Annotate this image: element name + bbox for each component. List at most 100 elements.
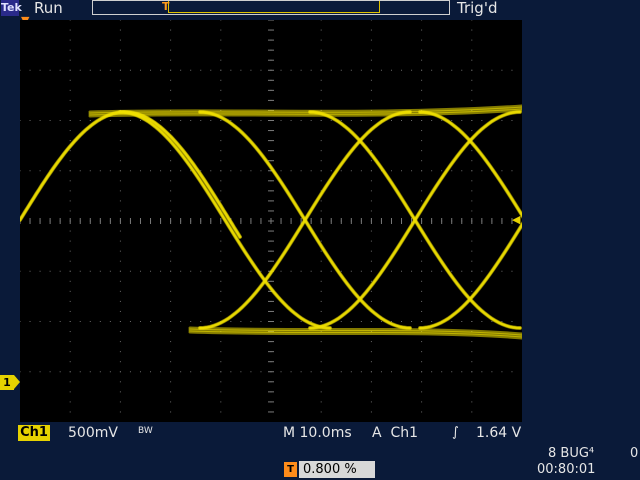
grid-dot [300, 270, 302, 272]
grid-dot [170, 150, 172, 152]
grid-dot [170, 59, 172, 61]
trigger-source[interactable]: A Ch1 [372, 425, 418, 441]
grid-dot [190, 270, 192, 272]
grid-dot [370, 290, 372, 292]
grid-dot [320, 79, 322, 81]
grid-dot [471, 20, 473, 21]
grid-dot [79, 321, 81, 322]
grid-dot [370, 20, 372, 21]
grid-dot [230, 270, 232, 272]
timebase-readout[interactable]: M 10.0ms [283, 425, 352, 441]
status-value: 0 [630, 446, 639, 461]
grid-dot [39, 371, 41, 373]
grid-dot [129, 371, 131, 373]
grid-dot [170, 89, 172, 91]
grid-dot [170, 371, 172, 373]
volts-per-div[interactable]: 500mV [68, 425, 118, 441]
grid-dot [320, 140, 322, 142]
grid-dot [370, 49, 372, 51]
grid-dot [441, 170, 443, 172]
grid-dot [69, 230, 71, 232]
grid-dot [471, 391, 473, 393]
grid-dot [350, 371, 352, 373]
grid-dot [290, 371, 292, 373]
grid-dot [230, 321, 232, 322]
grid-dot [180, 371, 182, 373]
grid-dot [471, 310, 473, 312]
grid-dot [370, 99, 372, 101]
grid-dot [370, 200, 372, 202]
grid-dot [20, 170, 21, 172]
trigger-level[interactable]: 1.64 V [476, 425, 521, 441]
grid-dot [20, 371, 21, 373]
grid-dot [320, 170, 322, 172]
grid-dot [421, 391, 423, 393]
grid-dot [421, 190, 423, 192]
grid-dot [119, 130, 121, 132]
grid-dot [29, 270, 31, 272]
grid-dot [89, 270, 91, 272]
grid-dot [170, 99, 172, 101]
grid-dot [119, 180, 121, 182]
grid-dot [170, 331, 172, 333]
grid-dot [200, 69, 202, 71]
grid-dot [200, 120, 202, 121]
horizontal-position[interactable]: 0.800 % [299, 461, 375, 478]
grid-dot [180, 69, 182, 71]
grid-dot [200, 371, 202, 373]
run-status[interactable]: Run [34, 0, 63, 17]
trigger-level-icon[interactable]: ◀ [512, 213, 520, 226]
grid-dot [421, 200, 423, 202]
grid-dot [190, 321, 192, 322]
grid-dot [411, 371, 413, 373]
grid-dot [300, 120, 302, 121]
grid-dot [421, 280, 423, 282]
grid-dot [501, 120, 503, 121]
channel-1-label[interactable]: Ch1 [18, 425, 50, 441]
grid-dot [79, 69, 81, 71]
grid-dot [320, 260, 322, 262]
grid-dot [481, 170, 483, 172]
status-bar: Tek Run T Trig'd [0, 0, 640, 18]
grid-dot [370, 300, 372, 302]
grid-dot [119, 290, 121, 292]
grid-dot [461, 120, 463, 121]
grid-dot [370, 79, 372, 81]
grid-dot [119, 120, 121, 121]
grid-dot [481, 120, 483, 121]
grid-dot [160, 69, 162, 71]
grid-dot [220, 99, 222, 101]
grid-dot [180, 120, 182, 121]
grid-dot [240, 170, 242, 172]
grid-dot [320, 280, 322, 282]
record-window [168, 1, 380, 13]
grid-dot [129, 170, 131, 172]
grid-dot [421, 20, 423, 21]
grid-dot [220, 250, 222, 252]
grid-dot [240, 371, 242, 373]
grid-dot [280, 371, 282, 373]
grid-dot [471, 321, 473, 322]
grid-dot [119, 20, 121, 21]
channel-1-ground-marker[interactable]: 1 [0, 375, 20, 390]
grid-dot [370, 411, 372, 413]
grid-dot [471, 381, 473, 383]
grid-dot [119, 391, 121, 393]
grid-dot [370, 371, 372, 373]
grid-dot [471, 39, 473, 41]
grid-dot [109, 371, 111, 373]
grid-dot [69, 29, 71, 31]
grid-dot [481, 371, 483, 373]
grid-dot [330, 270, 332, 272]
grid-dot [250, 270, 252, 272]
grid-dot [310, 69, 312, 71]
grid-dot [370, 39, 372, 41]
grid-dot [401, 120, 403, 121]
grid-dot [370, 321, 372, 322]
grid-dot [69, 89, 71, 91]
grid-dot [220, 391, 222, 393]
trigger-source-channel: Ch1 [390, 425, 419, 441]
grid-dot [320, 29, 322, 31]
grid-dot [69, 160, 71, 162]
grid-dot [421, 411, 423, 413]
